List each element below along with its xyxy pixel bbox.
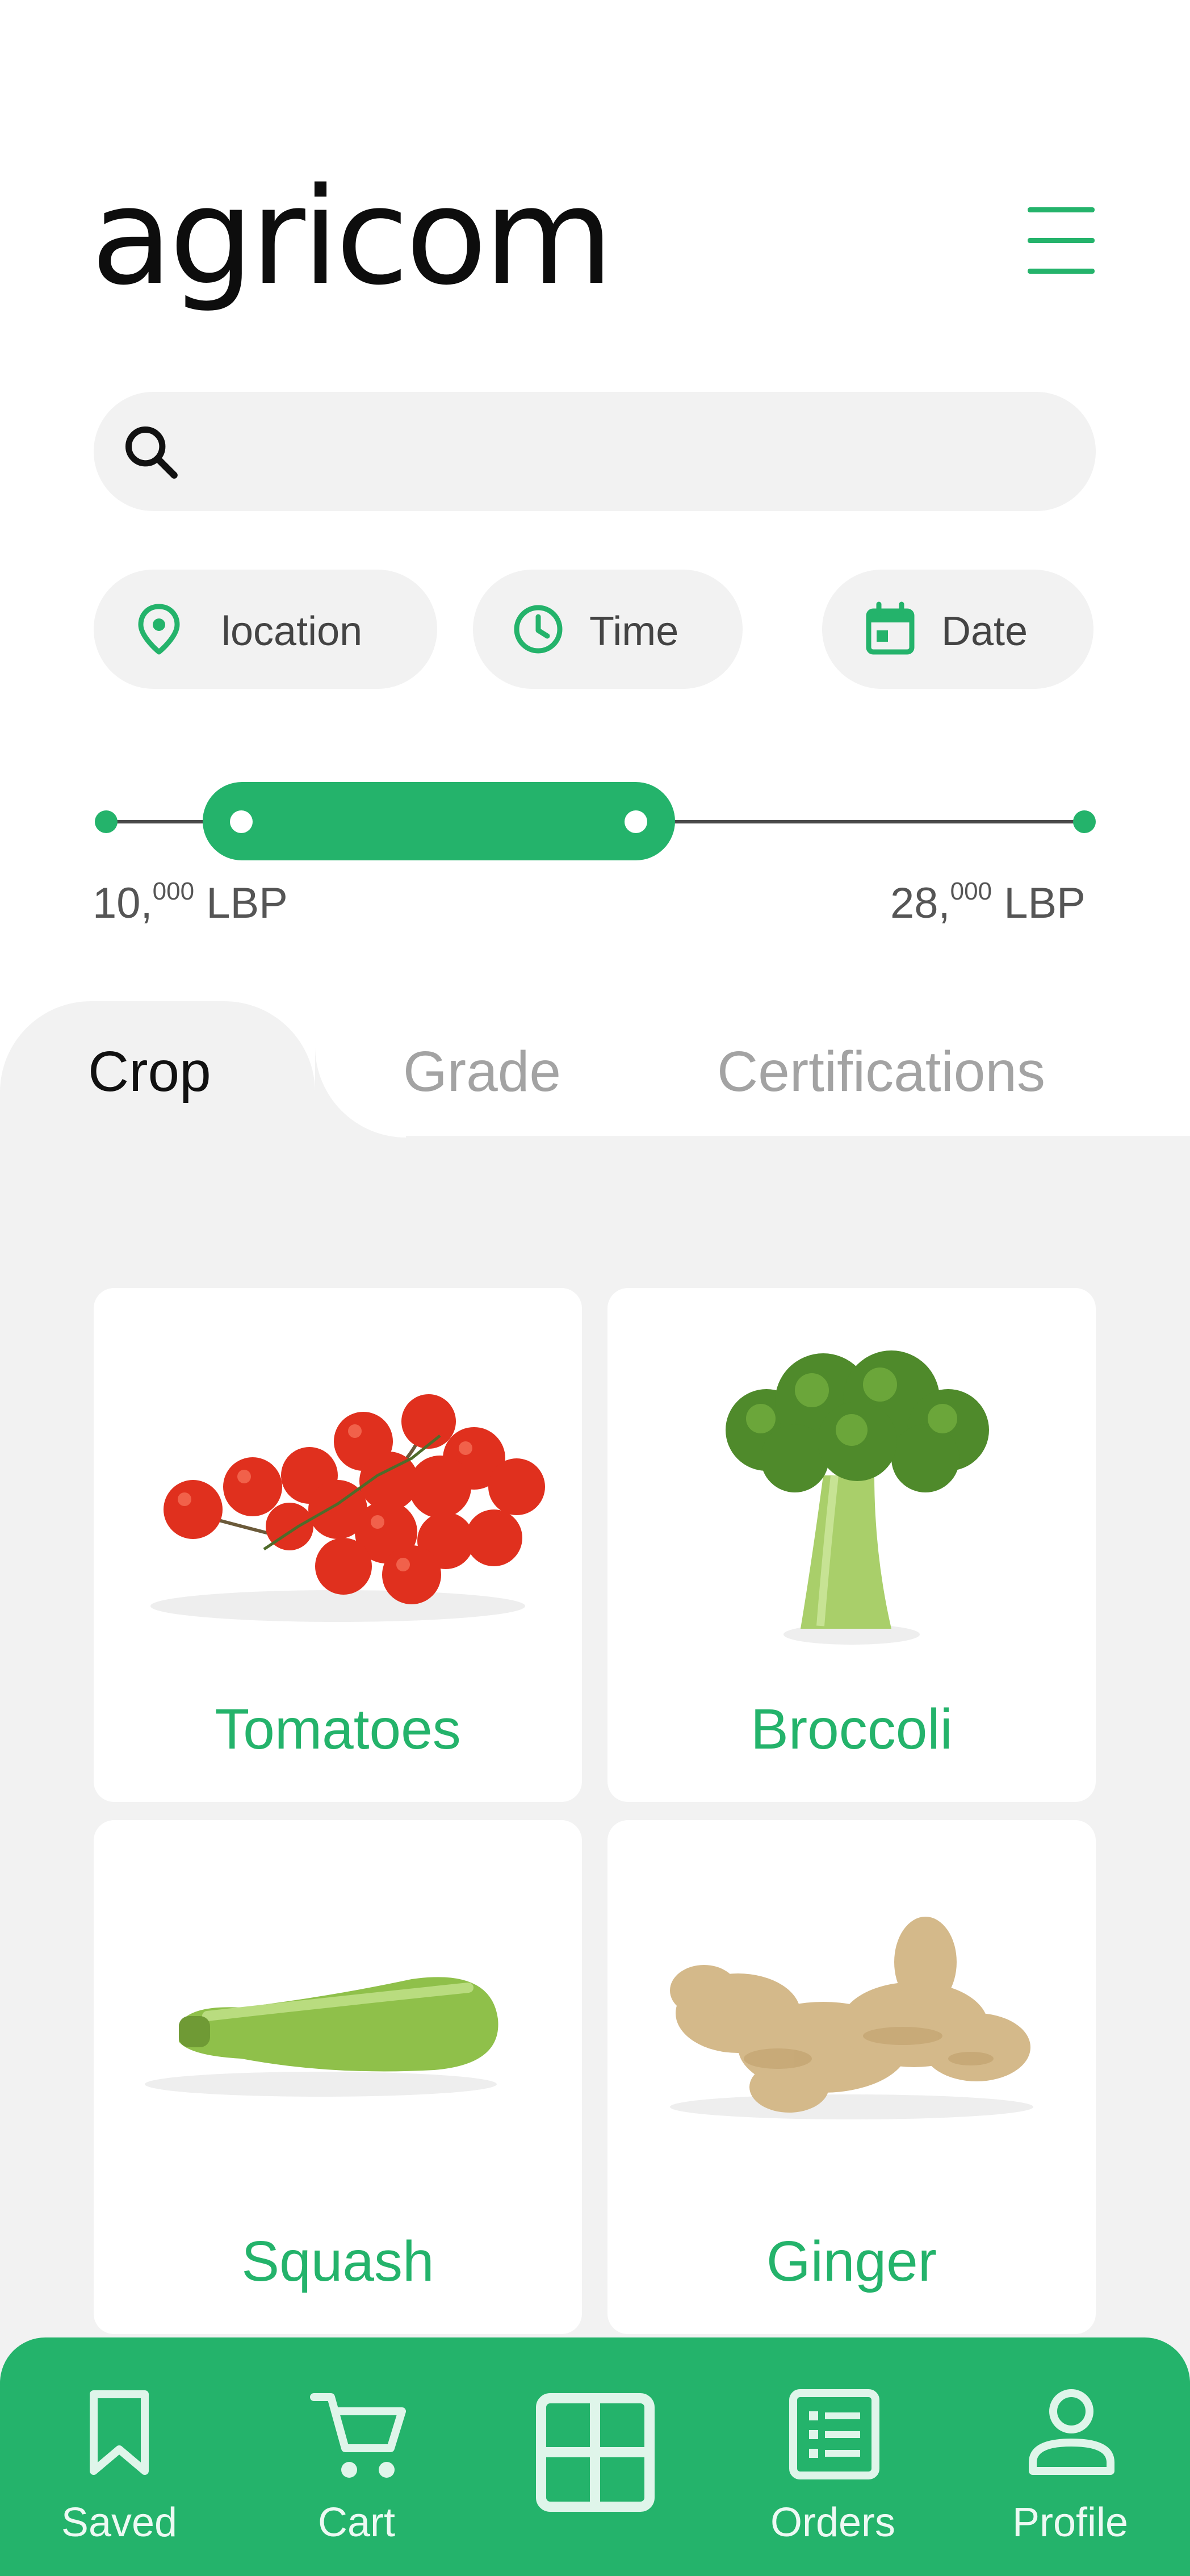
grid-icon <box>536 2393 655 2512</box>
max-price-label: 28,000 LBP <box>890 877 1086 927</box>
search-icon <box>125 426 178 479</box>
product-card-ginger[interactable]: Ginger <box>607 1820 1096 2334</box>
list-icon <box>789 2389 879 2479</box>
slider-max-dot <box>1073 810 1096 833</box>
product-card-tomatoes[interactable]: Tomatoes <box>94 1288 582 1802</box>
app-logo: agricom <box>91 160 614 315</box>
bookmark-icon <box>90 2390 149 2475</box>
tab-crop[interactable]: Crop <box>88 1039 211 1105</box>
ginger-image <box>670 1917 1033 2119</box>
nav-saved[interactable]: Saved <box>34 2337 204 2576</box>
slider-min-handle[interactable] <box>230 810 253 833</box>
slider-min-dot <box>95 810 118 833</box>
product-name: Tomatoes <box>215 1697 461 1761</box>
time-filter-label: Time <box>589 609 679 654</box>
tab-certifications[interactable]: Certifications <box>717 1039 1045 1105</box>
nav-home[interactable] <box>510 2337 680 2576</box>
tab-grade[interactable]: Grade <box>403 1039 561 1105</box>
calendar-icon <box>866 601 915 655</box>
menu-icon[interactable] <box>1028 207 1095 274</box>
nav-label: Cart <box>317 2500 396 2545</box>
slider-max-handle[interactable] <box>625 810 647 833</box>
user-icon <box>1029 2389 1114 2475</box>
product-name: Ginger <box>766 2230 937 2293</box>
search-input[interactable] <box>196 409 1070 494</box>
location-filter-chip[interactable]: location <box>94 570 437 689</box>
cart-icon <box>310 2393 406 2478</box>
clock-icon <box>514 605 563 654</box>
active-tab-corner <box>315 1047 406 1138</box>
broccoli-image <box>726 1350 989 1645</box>
nav-label: Profile <box>1012 2500 1129 2545</box>
product-card-squash[interactable]: Squash <box>94 1820 582 2334</box>
nav-orders[interactable]: Orders <box>748 2337 918 2576</box>
tomatoes-image <box>150 1394 545 1622</box>
min-price-label: 10,000 LBP <box>93 877 288 927</box>
nav-cart[interactable]: Cart <box>271 2337 442 2576</box>
location-pin-icon <box>138 604 180 655</box>
product-card-broccoli[interactable]: Broccoli <box>607 1288 1096 1802</box>
date-filter-chip[interactable]: Date <box>822 570 1093 689</box>
product-name: Squash <box>241 2230 434 2293</box>
squash-image <box>145 1977 498 2097</box>
search-bar[interactable] <box>94 392 1096 511</box>
date-filter-label: Date <box>941 609 1028 654</box>
location-filter-label: location <box>221 609 363 654</box>
bottom-navigation: Saved Cart Orders Profile <box>0 2337 1190 2576</box>
slider-selected-range[interactable] <box>203 782 675 860</box>
time-filter-chip[interactable]: Time <box>473 570 743 689</box>
price-range-slider[interactable] <box>94 781 1099 866</box>
product-name: Broccoli <box>751 1697 953 1761</box>
nav-label: Orders <box>770 2500 896 2545</box>
nav-label: Saved <box>61 2500 178 2545</box>
nav-profile[interactable]: Profile <box>985 2337 1155 2576</box>
